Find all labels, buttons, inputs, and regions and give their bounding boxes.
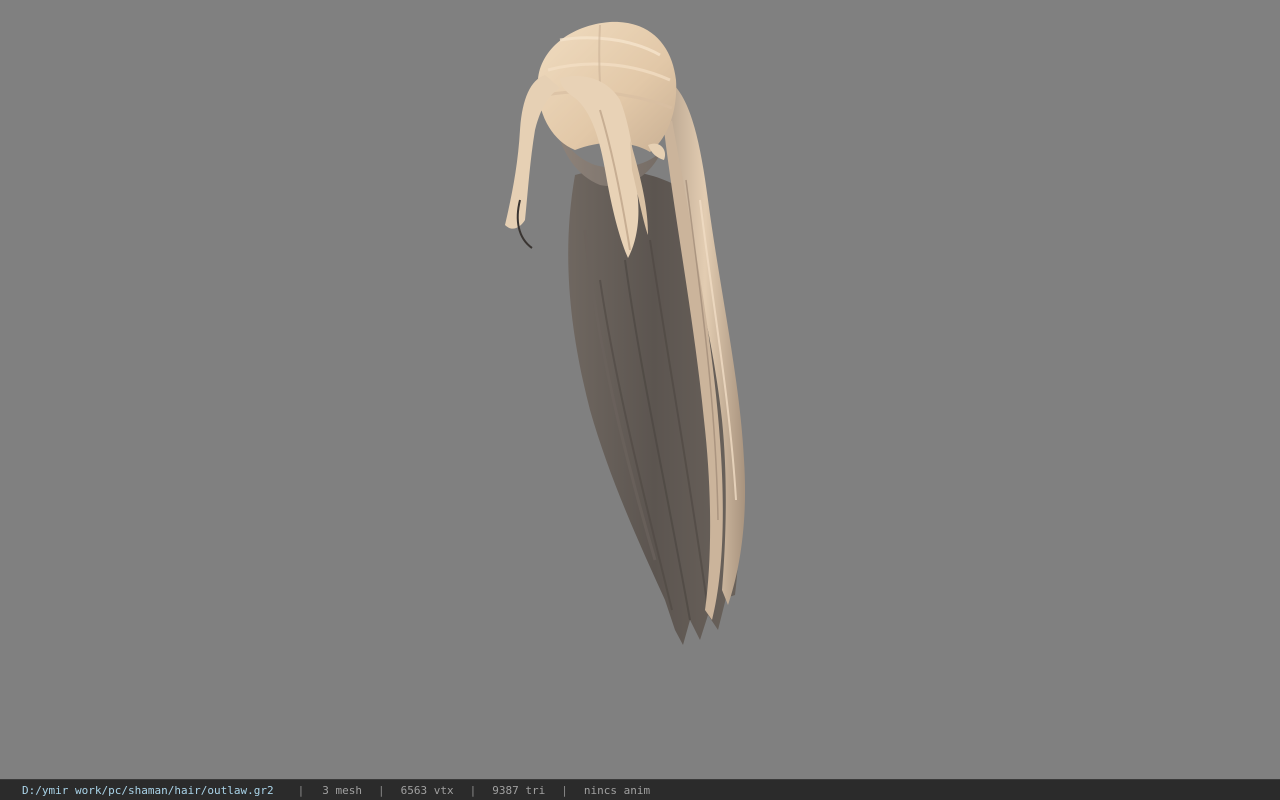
- triangle-count: 9387 tri: [492, 783, 546, 797]
- status-bar: D:/ymir work/pc/shaman/hair/outlaw.gr2 |…: [0, 779, 1280, 800]
- separator: |: [297, 783, 305, 797]
- file-path: D:/ymir work/pc/shaman/hair/outlaw.gr2: [22, 783, 274, 797]
- separator: |: [469, 783, 477, 797]
- hair-model-render[interactable]: [0, 0, 1280, 779]
- separator: |: [561, 783, 568, 797]
- anim-status: nincs anim: [583, 783, 651, 797]
- mesh-count: 3 mesh: [322, 783, 363, 797]
- separator: |: [378, 783, 385, 797]
- vertex-count: 6563 vtx: [400, 783, 454, 797]
- 3d-viewport[interactable]: [0, 0, 1280, 779]
